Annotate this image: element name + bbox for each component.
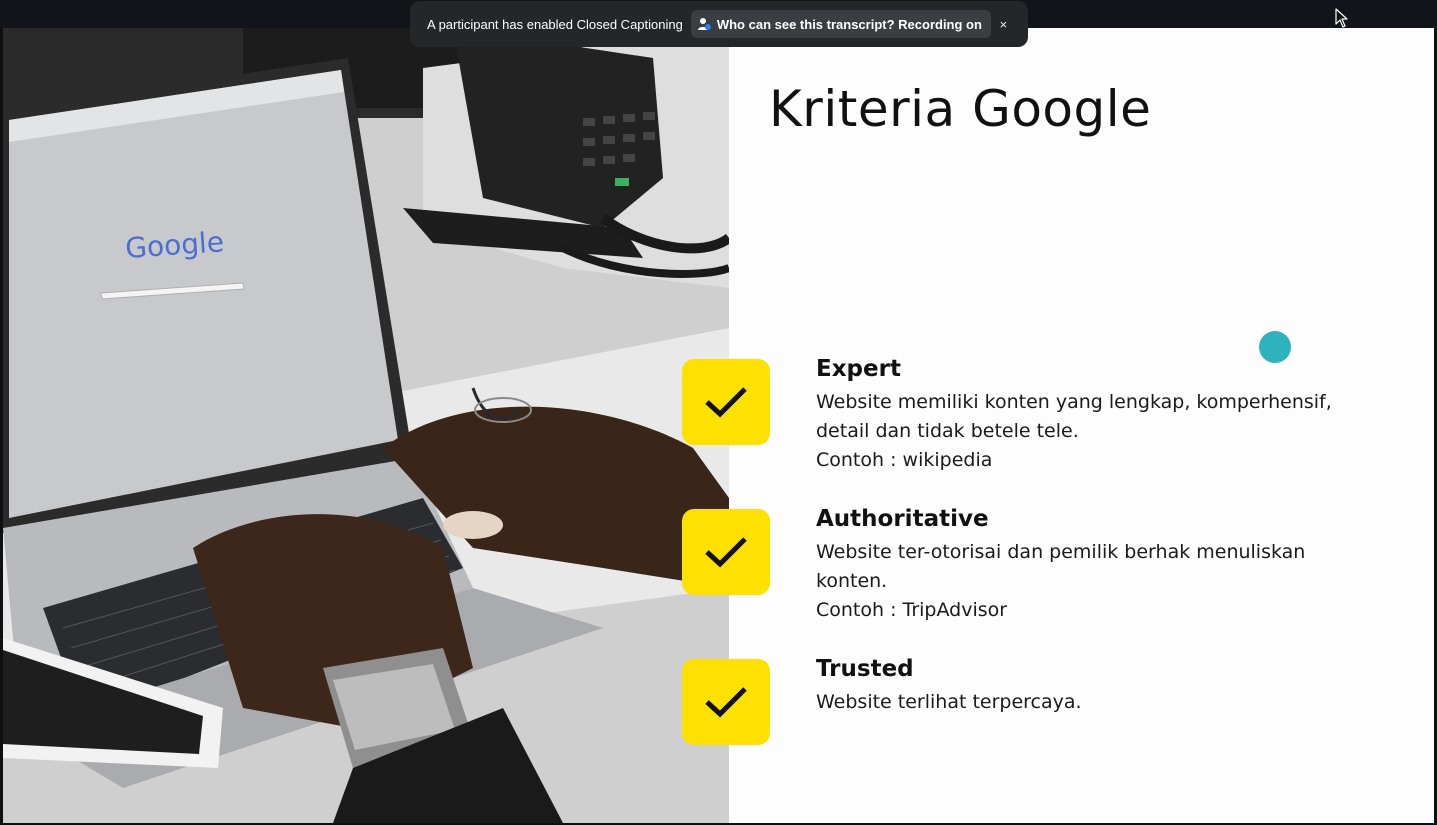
checkmark-icon [705, 687, 747, 718]
checkmark-icon [705, 537, 747, 568]
criteria-heading: Authoritative [816, 506, 989, 532]
annotation-pointer-dot [1259, 331, 1291, 363]
check-box-expert [682, 359, 770, 445]
criteria-description: Website memiliki konten yang lengkap, ko… [816, 391, 1332, 442]
transcript-button-label: Who can see this transcript? Recording o… [716, 16, 982, 32]
criteria-item-trusted: Trusted Website terlihat terpercaya. [816, 656, 1376, 717]
criteria-description: Website ter-otorisai dan pemilik berhak … [816, 541, 1306, 592]
check-box-trusted [682, 659, 770, 745]
criteria-example: Contoh : TripAdvisor [816, 599, 1008, 621]
slide-title: Kriteria Google [769, 80, 1152, 138]
criteria-heading: Trusted [816, 656, 914, 682]
closed-caption-notification: A participant has enabled Closed Caption… [410, 1, 1028, 47]
notification-message: A participant has enabled Closed Caption… [427, 16, 683, 32]
criteria-item-authoritative: Authoritative Website ter-otorisai dan p… [816, 506, 1376, 625]
transcript-info-button[interactable]: Who can see this transcript? Recording o… [690, 10, 991, 38]
criteria-heading: Expert [816, 356, 901, 382]
mouse-cursor-icon [1335, 8, 1348, 28]
photo-google-logo: Google [124, 225, 225, 265]
person-info-icon [697, 18, 711, 30]
slide-photo-laptop-google: Google [3, 28, 729, 823]
checkmark-icon [705, 387, 747, 418]
criteria-example: Contoh : wikipedia [816, 449, 993, 471]
criteria-description: Website terlihat terpercaya. [816, 691, 1082, 713]
criteria-item-expert: Expert Website memiliki konten yang leng… [816, 356, 1376, 475]
check-box-authoritative [682, 509, 770, 595]
close-icon[interactable]: × [991, 11, 1016, 37]
